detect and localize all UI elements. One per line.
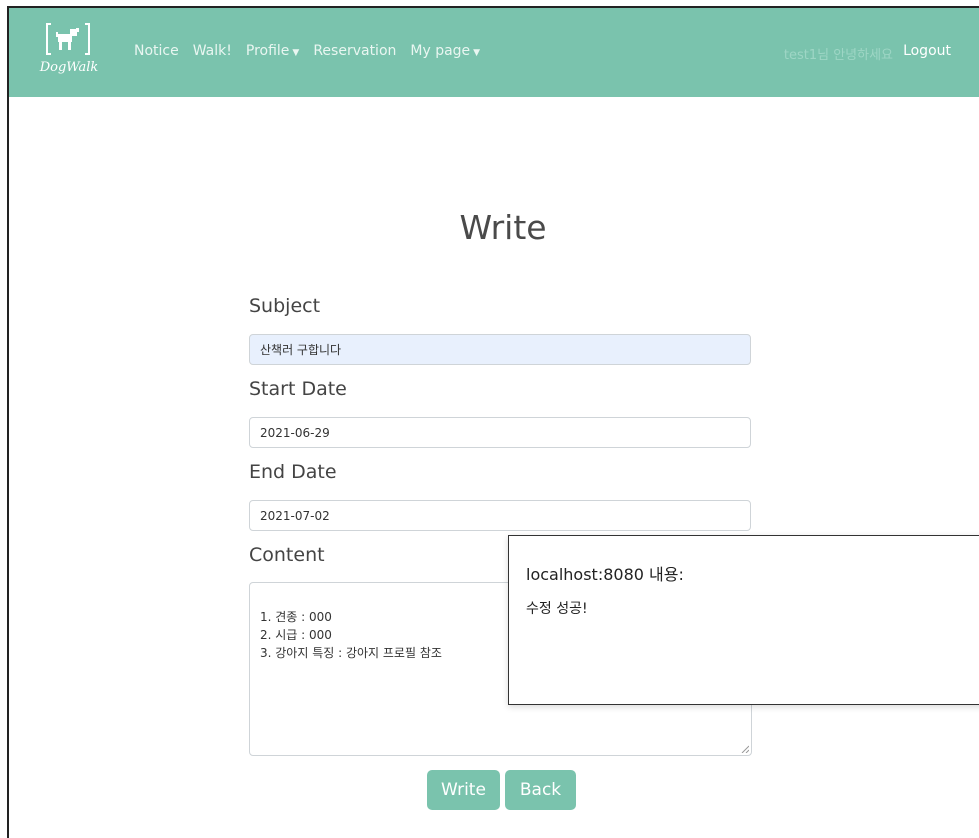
content-text: 1. 견종 : 000 2. 시급 : 000 3. 강아지 특징 : 강아지 … bbox=[260, 610, 442, 660]
end-date-label: End Date bbox=[249, 461, 337, 483]
nav-item-profile-label: Profile bbox=[245, 43, 290, 59]
start-date-input[interactable] bbox=[249, 417, 751, 448]
caret-down-icon: ▼ bbox=[292, 48, 300, 58]
nav-item-mypage-label: My page bbox=[410, 43, 471, 59]
end-date-input[interactable] bbox=[249, 500, 751, 531]
brand-name: DogWalk bbox=[39, 60, 99, 75]
nav-item-walk[interactable]: Walk! bbox=[193, 43, 232, 59]
brand-logo[interactable]: DogWalk bbox=[31, 20, 107, 84]
page-title: Write bbox=[459, 208, 547, 247]
dialog-title: localhost:8080 내용: bbox=[526, 565, 684, 584]
alert-dialog: localhost:8080 내용: 수정 성공! bbox=[508, 535, 979, 705]
nav-item-profile[interactable]: Profile ▼ bbox=[246, 43, 299, 59]
dialog-message: 수정 성공! bbox=[526, 601, 588, 617]
browser-viewport: DogWalk Notice Walk! Profile ▼ Reservatio… bbox=[7, 6, 979, 838]
write-button[interactable]: Write bbox=[427, 770, 500, 810]
caret-down-icon: ▼ bbox=[473, 48, 481, 58]
user-greeting: test1님 안녕하세요 bbox=[783, 48, 893, 63]
resize-grip-icon[interactable] bbox=[741, 745, 749, 753]
logout-link[interactable]: Logout bbox=[903, 43, 951, 59]
nav-item-reservation[interactable]: Reservation bbox=[313, 43, 396, 59]
navbar: DogWalk Notice Walk! Profile ▼ Reservatio… bbox=[9, 8, 979, 97]
subject-input[interactable] bbox=[249, 334, 751, 365]
dog-logo-icon bbox=[46, 23, 90, 55]
nav-links: Notice Walk! Profile ▼ Reservation My pag… bbox=[134, 43, 480, 59]
nav-item-mypage[interactable]: My page ▼ bbox=[410, 43, 480, 59]
subject-label: Subject bbox=[249, 295, 321, 317]
nav-item-notice[interactable]: Notice bbox=[134, 43, 179, 59]
back-button[interactable]: Back bbox=[505, 770, 576, 810]
content-label: Content bbox=[249, 544, 325, 566]
start-date-label: Start Date bbox=[249, 378, 347, 400]
